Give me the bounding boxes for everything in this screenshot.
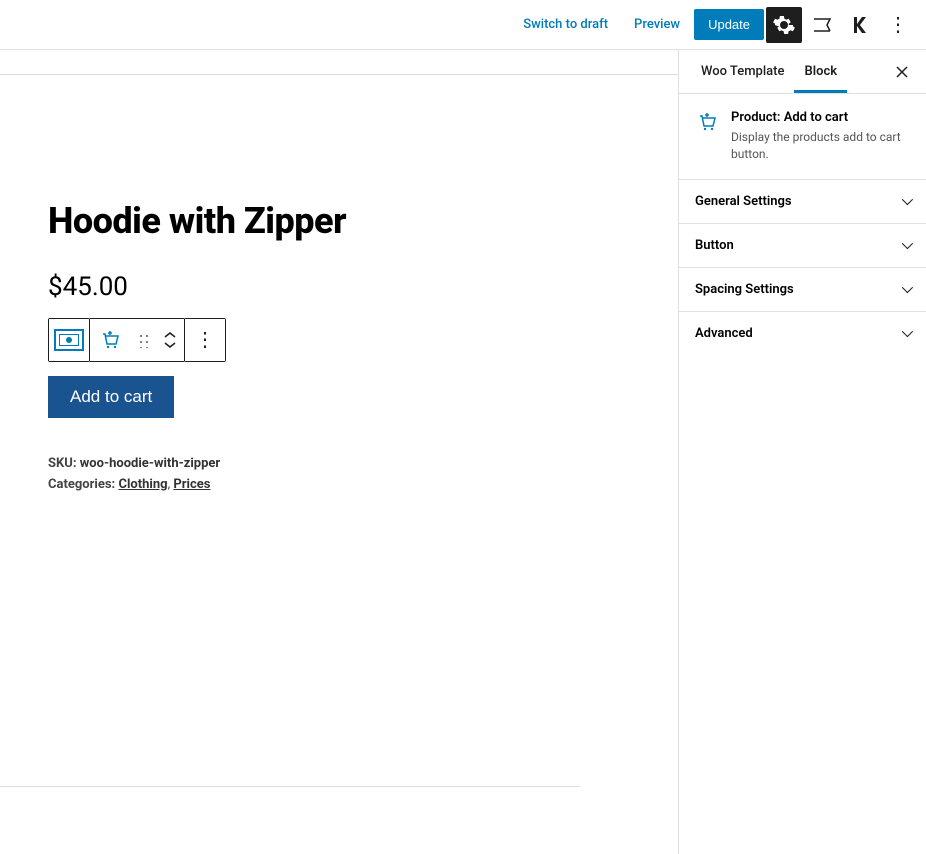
chevron-down-icon	[902, 282, 910, 297]
block-more-button[interactable]	[185, 319, 225, 361]
block-card-description: Display the products add to cart button.	[731, 129, 910, 163]
chevron-up-icon	[162, 330, 178, 340]
cart-icon	[98, 328, 122, 352]
cart-icon	[695, 110, 719, 134]
tab-woo-template[interactable]: Woo Template	[691, 50, 794, 93]
drag-icon	[137, 332, 149, 348]
block-type-button[interactable]	[90, 319, 130, 361]
group-icon	[54, 329, 84, 351]
appearance-button[interactable]	[804, 7, 840, 43]
product-meta: SKU: woo-hoodie-with-zipper Categories: …	[48, 454, 630, 496]
drag-handle[interactable]	[130, 319, 156, 361]
main-area: Hoodie with Zipper $45.00	[0, 49, 926, 854]
chevron-down-icon	[162, 340, 178, 350]
product-title: Hoodie with Zipper	[48, 200, 630, 242]
plugin-button[interactable]	[842, 7, 878, 43]
chevron-down-icon	[902, 326, 910, 341]
block-card: Product: Add to cart Display the product…	[679, 94, 926, 180]
chevron-down-icon	[902, 194, 910, 209]
close-icon	[895, 65, 909, 79]
settings-button[interactable]	[766, 7, 802, 43]
more-options-button[interactable]	[880, 7, 916, 43]
chevron-down-icon	[902, 238, 910, 253]
parent-block-button[interactable]	[49, 319, 89, 361]
move-buttons[interactable]	[156, 319, 184, 361]
kadence-icon	[848, 13, 872, 37]
panel-button[interactable]: Button	[679, 224, 926, 268]
close-sidebar-button[interactable]	[890, 60, 914, 84]
block-toolbar	[48, 318, 226, 362]
block-card-title: Product: Add to cart	[731, 110, 910, 125]
editor-canvas[interactable]: Hoodie with Zipper $45.00	[0, 50, 678, 854]
editor-top-bar: Switch to draft Preview Update	[0, 0, 926, 49]
bottom-divider	[0, 786, 580, 787]
edit-icon	[810, 13, 834, 37]
product-price: $45.00	[48, 272, 630, 302]
preview-link[interactable]: Preview	[622, 9, 692, 40]
categories-label: Categories:	[48, 477, 118, 492]
settings-sidebar: Woo Template Block Product: Add to cart …	[678, 50, 926, 854]
panel-advanced[interactable]: Advanced	[679, 312, 926, 356]
update-button[interactable]: Update	[694, 9, 764, 40]
panel-spacing-settings[interactable]: Spacing Settings	[679, 268, 926, 312]
sidebar-tabs: Woo Template Block	[679, 50, 926, 94]
tab-block[interactable]: Block	[794, 50, 847, 93]
canvas-divider	[0, 74, 678, 75]
add-to-cart-button[interactable]: Add to cart	[48, 376, 174, 418]
category-link-prices[interactable]: Prices	[173, 477, 210, 492]
sku-value: woo-hoodie-with-zipper	[80, 456, 220, 471]
gear-icon	[772, 13, 796, 37]
panel-general-settings[interactable]: General Settings	[679, 180, 926, 224]
switch-to-draft-link[interactable]: Switch to draft	[511, 9, 620, 40]
category-link-clothing[interactable]: Clothing	[118, 477, 167, 492]
sku-label: SKU:	[48, 456, 80, 471]
